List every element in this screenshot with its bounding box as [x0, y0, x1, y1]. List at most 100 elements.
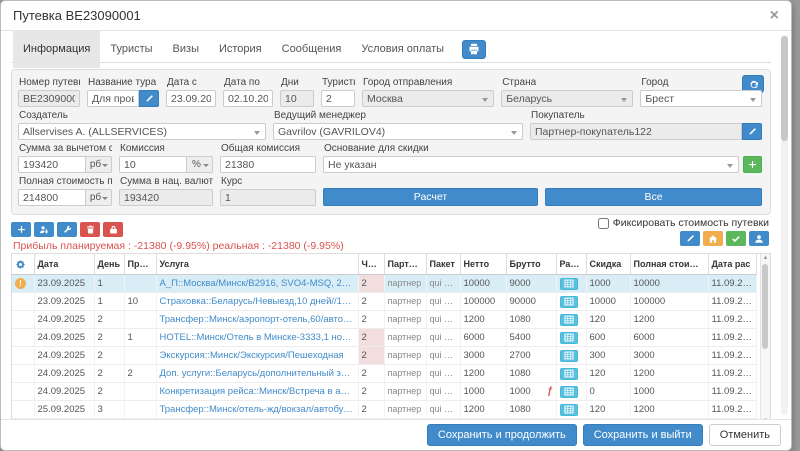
table-vertical-scrollbar[interactable]: ▲ ▼ [760, 254, 770, 419]
row-calc-button[interactable] [560, 296, 578, 308]
tab[interactable]: Визы [163, 31, 209, 68]
fix-cost-checkbox[interactable] [598, 218, 609, 229]
cell-full-cost: 10000 [630, 275, 708, 293]
row-calc-button[interactable] [560, 314, 578, 326]
hotel-button[interactable] [703, 231, 723, 246]
table-row[interactable]: ! 24.09.2025 2 Экскурсия::Минск/Экскурси… [12, 347, 756, 365]
tourist-button[interactable] [749, 231, 769, 246]
modal-body-scrollbar[interactable] [781, 35, 788, 415]
edit-service-button[interactable] [57, 222, 77, 237]
edit-row-button[interactable] [680, 231, 700, 246]
date-from-input[interactable] [166, 90, 216, 107]
tour-number-input[interactable] [18, 90, 80, 107]
row-calc-button[interactable] [560, 368, 578, 380]
service-link[interactable]: Трансфер::Минск/аэропорт-отель,60/автобу… [156, 311, 358, 329]
scroll-up-arrow[interactable]: ▲ [761, 254, 770, 262]
creator-select[interactable]: Allservises A. (ALLSERVICES) [18, 123, 266, 140]
delete-service-button[interactable] [80, 222, 100, 237]
country-select[interactable]: Беларусь [501, 90, 633, 107]
edit-tour-name-button[interactable] [139, 90, 159, 107]
table-row[interactable]: ! 23.09.2025 1 10 Страховка::Беларусь/Не… [12, 293, 756, 311]
table-row[interactable]: ! 24.09.2025 2 Трансфер::Минск/аэропорт-… [12, 311, 756, 329]
service-link[interactable]: Страховка::Беларусь/Невыезд,10 дней//120… [156, 293, 358, 311]
currency-select[interactable]: рб [86, 189, 112, 206]
column-header[interactable]: Нетто [460, 254, 506, 275]
column-header[interactable]: Скидка [586, 254, 630, 275]
discount-reason-select[interactable]: Не указан [323, 156, 739, 173]
tab[interactable]: Информация [13, 31, 100, 68]
total-commission-input[interactable] [220, 156, 316, 173]
date-to-input[interactable] [223, 90, 273, 107]
confirm-button[interactable] [726, 231, 746, 246]
all-button[interactable]: Все [545, 188, 762, 206]
national-amount-input[interactable] [119, 189, 213, 206]
departure-city-select[interactable]: Москва [362, 90, 494, 107]
gear-icon[interactable] [12, 254, 34, 275]
add-service-button[interactable] [11, 222, 31, 237]
service-link[interactable]: Трансфер::Минск/отель-жд/вокзал/автобус … [156, 401, 358, 419]
table-row[interactable]: ! 23.09.2025 1 А_П::Москва/Минск/В2916, … [12, 275, 756, 293]
tab[interactable]: Сообщения [272, 31, 352, 68]
scroll-down-arrow[interactable]: ▼ [761, 417, 770, 419]
table-row[interactable]: ! 24.09.2025 2 1 HOTEL::Минск/Отель в Ми… [12, 329, 756, 347]
currency-select[interactable]: рб [86, 156, 112, 173]
manager-select[interactable]: Gavrilov (GAVRILOV4) [273, 123, 523, 140]
rate-input[interactable] [220, 189, 316, 206]
column-header[interactable]: Прод. [124, 254, 156, 275]
cell-day: 2 [94, 311, 124, 329]
column-header[interactable]: Дата [34, 254, 94, 275]
commission-unit-select[interactable]: % [187, 156, 213, 173]
service-link[interactable]: А_П::Москва/Минск/В2916, SVO4-MSQ, 23:15… [156, 275, 358, 293]
column-header[interactable]: Брутто [506, 254, 556, 275]
column-header[interactable]: Услуга [156, 254, 358, 275]
row-calc-button[interactable] [560, 278, 578, 290]
tab[interactable]: Туристы [100, 31, 162, 68]
cell-package: qui quo [426, 329, 460, 347]
tab[interactable]: Условия оплаты [351, 31, 454, 68]
row-calc-button[interactable] [560, 350, 578, 362]
buyer-input[interactable] [530, 123, 742, 140]
column-header[interactable]: День [94, 254, 124, 275]
table-vscroll-thumb[interactable] [762, 264, 768, 349]
column-header[interactable]: Пакет [426, 254, 460, 275]
days-input[interactable] [280, 90, 314, 107]
table-row[interactable]: ! 25.09.2025 3 2 TRAIN::Минск/Брест/Праз… [12, 419, 756, 420]
city-select[interactable]: Брест [640, 90, 762, 107]
tab[interactable]: История [209, 31, 272, 68]
cell-prod: 2 [124, 419, 156, 420]
column-header[interactable]: Расчет [556, 254, 586, 275]
add-discount-reason-button[interactable] [743, 156, 762, 173]
table-row[interactable]: ! 25.09.2025 3 Трансфер::Минск/отель-жд/… [12, 401, 756, 419]
edit-buyer-button[interactable] [742, 123, 762, 140]
save-exit-button[interactable]: Сохранить и выйти [583, 424, 703, 446]
tourists-input[interactable] [321, 90, 355, 107]
service-link[interactable]: HOTEL::Минск/Отель в Минске-3333,1 ночь/… [156, 329, 358, 347]
amount-net-input[interactable] [18, 156, 86, 173]
column-header[interactable]: Чел. [358, 254, 384, 275]
table-row[interactable]: ! 24.09.2025 2 2 Доп. услуги::Беларусь/д… [12, 365, 756, 383]
calc-button-main[interactable]: Расчет [323, 188, 538, 206]
full-cost-input[interactable] [18, 189, 86, 206]
modal-body-scroll-thumb[interactable] [781, 36, 788, 141]
cancel-button[interactable]: Отменить [709, 424, 781, 446]
row-calc-button[interactable] [560, 404, 578, 416]
service-link[interactable]: Экскурсия::Минск/Экскурсия/Пешеходная [156, 347, 358, 365]
save-continue-button[interactable]: Сохранить и продолжить [427, 424, 577, 446]
service-link[interactable]: TRAIN::Минск/Брест/Праздничный поезд,19:… [156, 419, 358, 420]
service-link[interactable]: Доп. услуги::Беларусь/дополнительный зав… [156, 365, 358, 383]
lock-service-button[interactable] [103, 222, 123, 237]
table-row[interactable]: ! 24.09.2025 2 Конкретизация рейса::Минс… [12, 383, 756, 401]
tour-name-input[interactable] [87, 90, 139, 107]
print-button[interactable] [462, 40, 486, 59]
column-header[interactable]: Полная стоимость [630, 254, 708, 275]
column-header[interactable]: Дата рас [708, 254, 756, 275]
table-header-row: ДатаДеньПрод.УслугаЧел.ПартнерПакетНетто… [12, 254, 756, 275]
cell-prod: 2 [124, 365, 156, 383]
assign-tourist-button[interactable] [34, 222, 54, 237]
commission-input[interactable] [119, 156, 187, 173]
row-calc-button[interactable] [560, 332, 578, 344]
column-header[interactable]: Партнер [384, 254, 426, 275]
row-calc-button[interactable] [560, 386, 578, 398]
close-icon[interactable]: × [770, 8, 779, 24]
service-link[interactable]: Конкретизация рейса::Минск/Встреча в аэр… [156, 383, 358, 401]
